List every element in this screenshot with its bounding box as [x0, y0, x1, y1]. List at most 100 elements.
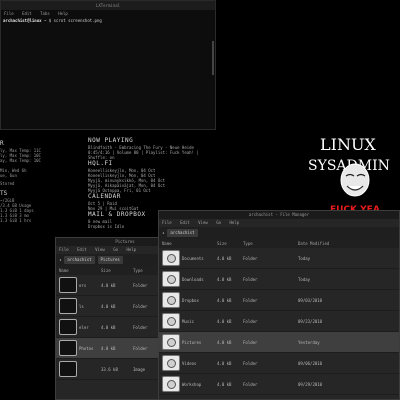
header-date[interactable]: Date Modified — [298, 239, 399, 248]
menu-view[interactable]: View — [95, 247, 105, 252]
menu-view[interactable]: View — [198, 220, 208, 225]
terminal-menubar: File Edit Tabs Help — [1, 10, 215, 18]
prompt-command: $ scrot screenshot.png — [48, 18, 102, 23]
file-name: ls — [79, 303, 84, 309]
file-date: 09/29/2010 — [298, 381, 323, 387]
file-size: 33.6 kB — [101, 366, 118, 372]
file-size: 4.0 kB — [101, 282, 116, 288]
crumb-home[interactable]: archachist — [167, 229, 198, 237]
file-date: 09/23/2010 — [298, 318, 323, 324]
folder-thumbnail-icon — [59, 277, 77, 293]
file-name: Music — [182, 318, 195, 324]
menu-help[interactable]: Help — [58, 11, 68, 16]
menu-edit[interactable]: Edit — [77, 247, 87, 252]
folder-thumbnail-icon — [59, 319, 77, 335]
terminal-prompt[interactable]: archachist@linux ~ $ scrot screenshot.pn… — [1, 18, 215, 24]
file-row[interactable]: Workshop 4.0 kB Folder 09/29/2010 — [159, 374, 399, 395]
file-type: Folder — [243, 339, 258, 345]
terminal-scrollbar[interactable] — [212, 41, 214, 75]
header-name[interactable]: Name — [159, 239, 217, 248]
logo-top-text: LINUX — [320, 135, 376, 154]
file-row[interactable]: Documents 4.0 kB Folder Today — [159, 248, 399, 269]
file-type: Folder — [243, 297, 258, 303]
breadcrumb: ◂ archachist — [159, 227, 399, 239]
file-type: Folder — [243, 255, 258, 261]
file-name: Downloads — [182, 276, 204, 282]
menu-tabs[interactable]: Tabs — [40, 11, 50, 16]
prompt-path: ~ — [43, 18, 47, 23]
file-size: 4.0 kB — [101, 324, 116, 330]
file-size: 4.0 kB — [217, 360, 232, 366]
file-size: 4.0 kB — [217, 339, 232, 345]
prompt-user: archachist@linux — [3, 18, 42, 23]
file-name: eler — [79, 324, 89, 330]
downloads-folder-icon — [162, 271, 180, 287]
back-icon[interactable]: ◂ — [59, 254, 61, 266]
file-name: Documents — [182, 255, 204, 261]
file-name: Dropbox — [182, 297, 199, 303]
documents-folder-icon — [162, 250, 180, 266]
hql-header: HQL.FI — [88, 160, 113, 167]
window-title: archachist - File Manager — [159, 211, 399, 219]
folder-thumbnail-icon — [59, 340, 77, 356]
terminal-title: LXTerminal — [1, 1, 215, 10]
file-name: ers — [79, 282, 87, 288]
menu-go[interactable]: Go — [113, 247, 118, 252]
folder-thumbnail-icon — [59, 298, 77, 314]
sysadmin-logo: LINUX SYSADMIN FUCK YEA. — [308, 135, 390, 215]
file-size: 4.0 kB — [217, 318, 232, 324]
file-date: 09/03/2010 — [298, 297, 323, 303]
file-date: Today — [298, 276, 311, 282]
file-type: Folder — [243, 276, 258, 282]
dropbox-folder-icon — [162, 292, 180, 308]
header-size[interactable]: Size — [217, 239, 243, 248]
column-headers: Name Size Type Date Modified — [159, 239, 399, 248]
menu-go[interactable]: Go — [216, 220, 221, 225]
file-size: 4.0 kB — [217, 255, 232, 261]
file-row[interactable]: Videos 4.0 kB Folder 09/06/2010 — [159, 353, 399, 374]
terminal-window[interactable]: LXTerminal File Edit Tabs Help archachis… — [0, 0, 216, 130]
image-thumbnail-icon — [59, 361, 77, 377]
menu-file[interactable]: File — [4, 11, 14, 16]
header-size[interactable]: Size — [101, 266, 133, 275]
disk-label: TS — [0, 190, 8, 197]
pictures-folder-icon — [162, 334, 180, 350]
home-file-manager-window[interactable]: archachist - File Manager File Edit View… — [158, 210, 400, 400]
menu-file[interactable]: File — [59, 247, 69, 252]
file-type: Folder — [243, 318, 258, 324]
crumb-current[interactable]: Pictures — [97, 256, 123, 264]
menu-edit[interactable]: Edit — [180, 220, 190, 225]
file-name: Workshop — [182, 381, 202, 387]
file-date: Today — [298, 255, 311, 261]
workshop-folder-icon — [162, 376, 180, 392]
menu-help[interactable]: Help — [126, 247, 136, 252]
now-playing-line: 0:45/4:16 | Volume 80 | Playlist: Fuck Y… — [88, 150, 199, 160]
header-name[interactable]: Name — [56, 266, 101, 275]
music-folder-icon — [162, 313, 180, 329]
file-name: Videos — [182, 360, 197, 366]
file-size: 4.0 kB — [101, 345, 116, 351]
weather-label: R — [0, 140, 4, 147]
file-date: Yesterday — [298, 339, 320, 345]
menu-file[interactable]: File — [162, 220, 172, 225]
file-row[interactable]: Music 4.0 kB Folder 09/23/2010 — [159, 311, 399, 332]
menubar: File Edit View Go Help — [159, 219, 399, 227]
disk-row: 1.3 GiB 1 hrs — [0, 218, 32, 223]
header-type[interactable]: Type — [243, 239, 298, 248]
back-icon[interactable]: ◂ — [162, 227, 164, 239]
file-name: Photos — [79, 345, 94, 351]
file-row[interactable]: Dropbox 4.0 kB Folder 09/03/2010 — [159, 290, 399, 311]
file-row[interactable]: Downloads 4.0 kB Folder Today — [159, 269, 399, 290]
left-conky-panel: R ly, Max Temp: 11C ly, Max Temp: 10C ay… — [0, 140, 64, 223]
file-row[interactable]: Pictures 4.0 kB Folder Yesterday — [159, 332, 399, 353]
menu-edit[interactable]: Edit — [22, 11, 32, 16]
file-name: Pictures — [182, 339, 202, 345]
file-size: 4.0 kB — [217, 297, 232, 303]
menu-help[interactable]: Help — [229, 220, 239, 225]
calendar-header: CALENDAR — [88, 193, 121, 200]
file-type: Folder — [243, 360, 258, 366]
file-type: Folder — [243, 381, 258, 387]
crumb-home[interactable]: archachist — [64, 256, 95, 264]
now-playing-header: NOW PLAYING — [88, 137, 134, 144]
videos-folder-icon — [162, 355, 180, 371]
